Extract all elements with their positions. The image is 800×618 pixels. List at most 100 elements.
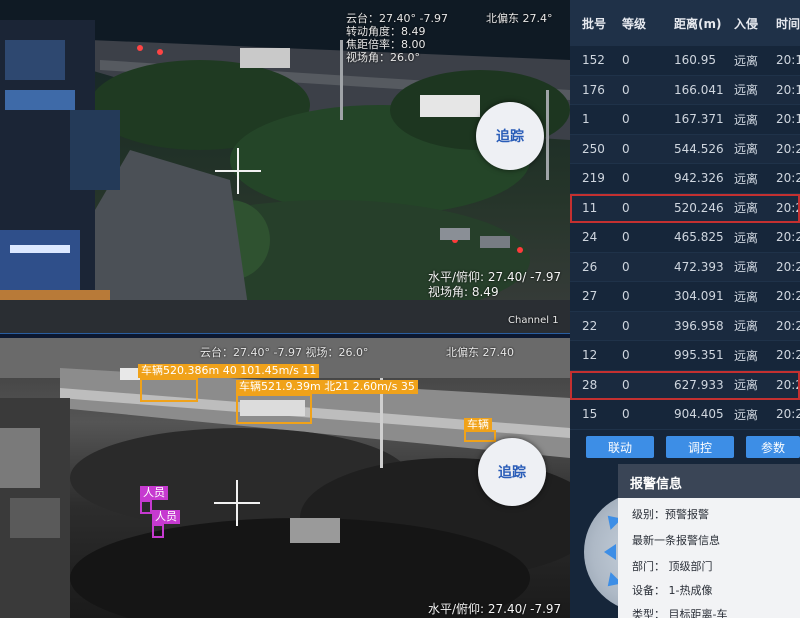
cell-distance: 520.246 (674, 200, 724, 215)
table-row[interactable]: 12 0 995.351 远离 20:28: (570, 341, 800, 371)
alarm-level: 级别：预警报警 (632, 508, 709, 521)
action-buttons: 联动 调控 参数 (570, 436, 800, 460)
table-row[interactable]: 152 0 160.95 远离 20:11: (570, 46, 800, 76)
cell-time: 20:28: (776, 171, 800, 186)
cell-level: 0 (622, 141, 630, 156)
cell-intrusion: 远离 (734, 201, 759, 216)
detection-label-vehicle-2[interactable]: 车辆521.9.39m 北21 2.60m/s 35 (236, 380, 418, 394)
header-time[interactable]: 时间 (770, 15, 800, 32)
cell-distance: 304.091 (674, 289, 724, 304)
thermal-angle-readout: 水平/俯仰: 27.40/ -7.97 (428, 602, 562, 616)
visible-video-feed[interactable]: 云台：27.40° -7.97 转动角度：8.49 焦距倍率：8.00 视场角：… (0, 0, 570, 333)
cell-time: 20:28: (776, 200, 800, 215)
cell-intrusion: 远离 (734, 83, 759, 98)
cell-time: 20:28: (776, 289, 800, 304)
detection-box-vehicle-1[interactable] (140, 378, 198, 402)
cell-batch: 219 (582, 171, 605, 186)
table-row[interactable]: 176 0 166.041 远离 20:11: (570, 75, 800, 105)
thermal-osd-heading: 北偏东 27.40 (446, 346, 514, 359)
table-row[interactable]: 27 0 304.091 远离 20:28: (570, 282, 800, 312)
angle-line-2: 视场角: 8.49 (428, 285, 499, 299)
header-level[interactable]: 等级 (616, 15, 660, 32)
cell-intrusion: 远离 (734, 142, 759, 157)
table-header: 批号 等级 距离(m) 入侵 时间 (570, 0, 800, 46)
cell-intrusion: 远离 (734, 378, 759, 393)
alarm-department: 部门： 顶级部门 (632, 560, 713, 573)
header-intrusion[interactable]: 入侵 (730, 15, 770, 32)
detection-box-person-2[interactable] (152, 524, 164, 538)
cell-batch: 176 (582, 82, 605, 97)
ptz-left-arrow-icon[interactable] (604, 544, 616, 560)
cell-level: 0 (622, 318, 630, 333)
cell-distance: 627.933 (674, 377, 724, 392)
target-table-body: 152 0 160.95 远离 20:11: 176 0 166.041 远离 20:11: 1… (570, 46, 800, 430)
table-row[interactable]: 22 0 396.958 远离 20:28: (570, 311, 800, 341)
header-distance[interactable]: 距离(m) (660, 15, 730, 32)
detection-box-vehicle-3[interactable] (464, 430, 496, 442)
osd-line-2: 转动角度：8.49 (346, 25, 426, 38)
alarm-title: 报警信息 (618, 464, 800, 498)
cell-distance: 904.405 (674, 407, 724, 422)
table-row-selected[interactable]: 28 0 627.933 远离 20:28: (570, 370, 800, 400)
alarm-info-panel: 报警信息 级别：预警报警 最新一条报警信息 部门： 顶级部门 设备： 1-热成像… (618, 464, 800, 618)
table-row[interactable]: 26 0 472.393 远离 20:28: (570, 252, 800, 282)
cell-batch: 24 (582, 230, 598, 245)
cell-level: 0 (622, 171, 630, 186)
table-row[interactable]: 219 0 942.326 远离 20:28: (570, 164, 800, 194)
cell-level: 0 (622, 200, 630, 215)
cell-intrusion: 远离 (734, 407, 759, 422)
detection-box-vehicle-2[interactable] (236, 394, 312, 424)
table-row-selected[interactable]: 11 0 520.246 远离 20:28: (570, 193, 800, 223)
thermal-osd: 云台：27.40° -7.97 视场：26.0° (200, 346, 369, 359)
cell-level: 0 (622, 377, 630, 392)
cell-intrusion: 远离 (734, 289, 759, 304)
link-button[interactable]: 联动 (586, 436, 654, 458)
control-button[interactable]: 调控 (666, 436, 734, 458)
cell-batch: 11 (582, 200, 598, 215)
cell-level: 0 (622, 82, 630, 97)
visible-angle-readout: 水平/俯仰: 27.40/ -7.97 视场角: 8.49 (428, 270, 561, 300)
track-button[interactable]: 追踪 (478, 438, 546, 506)
cell-distance: 995.351 (674, 348, 724, 363)
visible-osd-heading: 北偏东 27.4° (486, 12, 553, 25)
thermal-video-feed[interactable]: 云台：27.40° -7.97 视场：26.0° 北偏东 27.40 车辆520… (0, 338, 570, 618)
detection-box-person-1[interactable] (140, 500, 152, 514)
cell-distance: 472.393 (674, 259, 724, 274)
alarm-device: 设备： 1-热成像 (632, 584, 713, 597)
track-button[interactable]: 追踪 (476, 102, 544, 170)
channel-watermark: Channel 1 (508, 315, 559, 326)
table-row[interactable]: 1 0 167.371 远离 20:11: (570, 105, 800, 135)
cell-batch: 28 (582, 377, 598, 392)
cell-batch: 27 (582, 289, 598, 304)
cell-batch: 152 (582, 53, 605, 68)
cell-level: 0 (622, 407, 630, 422)
cell-distance: 160.95 (674, 53, 716, 68)
cell-batch: 22 (582, 318, 598, 333)
cell-intrusion: 远离 (734, 112, 759, 127)
cell-distance: 544.526 (674, 141, 724, 156)
cell-distance: 166.041 (674, 82, 724, 97)
cell-time: 20:28: (776, 318, 800, 333)
cell-distance: 167.371 (674, 112, 724, 127)
table-row[interactable]: 250 0 544.526 远离 20:28: (570, 134, 800, 164)
params-button[interactable]: 参数 (746, 436, 800, 458)
cell-level: 0 (622, 259, 630, 274)
cell-distance: 942.326 (674, 171, 724, 186)
detection-label-person-2[interactable]: 人员 (152, 510, 180, 524)
cell-time: 20:28: (776, 348, 800, 363)
cell-intrusion: 远离 (734, 230, 759, 245)
cell-time: 20:11: (776, 112, 800, 127)
table-row[interactable]: 24 0 465.825 远离 20:28: (570, 223, 800, 253)
cell-distance: 465.825 (674, 230, 724, 245)
cell-time: 20:28: (776, 141, 800, 156)
crosshair-icon (214, 480, 260, 526)
cell-intrusion: 远离 (734, 348, 759, 363)
detection-label-person-1[interactable]: 人员 (140, 486, 168, 500)
target-panel: 批号 等级 距离(m) 入侵 时间 152 0 160.95 远离 20:11: 176… (570, 0, 800, 618)
cell-batch: 26 (582, 259, 598, 274)
header-batch[interactable]: 批号 (570, 15, 616, 32)
cell-time: 20:28: (776, 407, 800, 422)
detection-label-vehicle-1[interactable]: 车辆520.386m 40 101.45m/s 11 (138, 364, 320, 378)
cell-level: 0 (622, 230, 630, 245)
table-row[interactable]: 15 0 904.405 远离 20:28: (570, 400, 800, 430)
